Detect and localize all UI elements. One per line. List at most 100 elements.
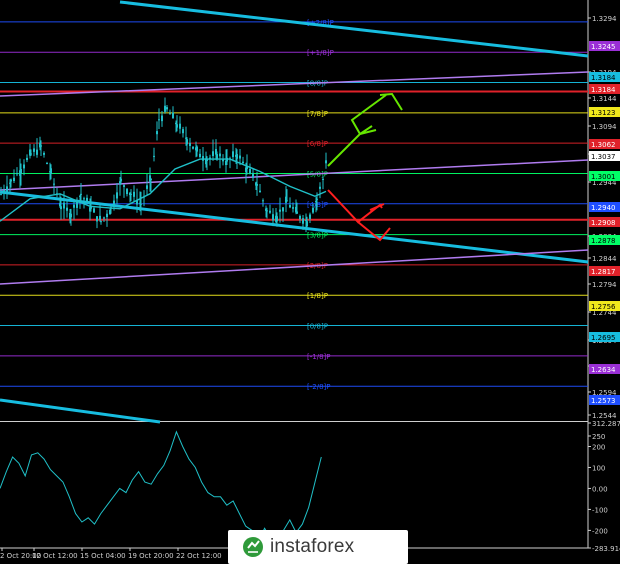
candle-body	[30, 153, 32, 155]
price-tag-label: 1.3245	[591, 43, 616, 51]
candle-body	[296, 211, 298, 214]
candle-body	[140, 203, 142, 205]
murrey-label: [-2/8]P	[307, 383, 330, 391]
murrey-label: [3/8]P	[307, 232, 328, 240]
candle-body	[60, 206, 62, 210]
date-label: 12 Oct 12:00	[32, 552, 78, 560]
candle-body	[186, 139, 188, 145]
candle-body	[53, 183, 55, 185]
oscillator-tick-label: -283.9145	[592, 545, 620, 553]
candle-body	[158, 119, 160, 121]
candle-body	[182, 129, 184, 134]
murrey-label: [1/8]P	[307, 292, 328, 300]
brand-name: instaforex	[270, 536, 355, 557]
price-tag-label: 1.2573	[591, 397, 616, 405]
price-tag-label: 1.2908	[591, 219, 616, 227]
candle-body	[232, 151, 234, 158]
candle-body	[199, 153, 201, 158]
price-tag-label: 1.3001	[591, 173, 616, 181]
candle-body	[26, 157, 28, 161]
candle-body	[306, 221, 308, 227]
candle-body	[212, 151, 214, 157]
candle-body	[322, 178, 324, 180]
price-tag-label: 1.2756	[591, 303, 616, 311]
price-tag-label: 1.2634	[591, 366, 616, 374]
price-tag-label: 1.2817	[591, 268, 616, 276]
candle-body	[123, 185, 125, 187]
candle-body	[179, 123, 181, 129]
candle-body	[169, 113, 171, 115]
candle-body	[113, 200, 115, 206]
candle-body	[23, 164, 25, 169]
candle-body	[176, 124, 178, 128]
candle-body	[312, 207, 314, 213]
candle-body	[282, 207, 284, 212]
candle-body	[279, 209, 281, 212]
candle-body	[196, 146, 198, 152]
candle-body	[33, 148, 35, 152]
candle-body	[20, 168, 22, 174]
oscillator-tick-label: 0.00	[592, 485, 608, 493]
oscillator-tick-label: -100	[592, 506, 608, 514]
candle-body	[249, 168, 251, 174]
price-tick-label: 1.3144	[592, 95, 617, 103]
date-label: 22 Oct 12:00	[176, 552, 222, 560]
candle-body	[66, 207, 68, 211]
candle-body	[164, 105, 166, 112]
price-tag-label: 1.3123	[591, 109, 616, 117]
candle-body	[292, 207, 294, 209]
murrey-label: [-1/8]P	[307, 353, 330, 361]
price-tag-label: 1.3184	[591, 86, 616, 94]
price-tick-label: 1.3094	[592, 123, 617, 131]
candle-body	[236, 154, 238, 159]
candle-body	[319, 186, 321, 189]
candle-body	[0, 193, 2, 195]
candle-body	[106, 213, 108, 218]
candle-body	[299, 215, 301, 220]
oscillator-tick-label: 312.2872	[592, 420, 620, 428]
candle-body	[93, 208, 95, 213]
candle-body	[262, 200, 264, 202]
murrey-label: [7/8]P	[307, 110, 328, 118]
candle-body	[120, 178, 122, 182]
candle-body	[259, 190, 261, 193]
price-tag-label: 1.2878	[591, 237, 616, 245]
price-chart[interactable]: [+2/8]P[+1/8]P[8/8]P[7/8]P[6/8]P[5/8]P[4…	[0, 0, 620, 564]
candle-body	[80, 193, 82, 195]
candle-body	[166, 107, 168, 110]
candle-body	[46, 163, 48, 165]
date-label: 19 Oct 20:00	[128, 552, 174, 560]
date-label: 15 Oct 04:00	[80, 552, 126, 560]
murrey-label: [+1/8]P	[307, 49, 334, 57]
oscillator-tick-label: 200	[592, 443, 605, 451]
candle-body	[86, 197, 88, 203]
candle-body	[161, 115, 163, 122]
price-tag-label: 1.3062	[591, 141, 616, 149]
murrey-label: [6/8]P	[307, 140, 328, 148]
price-tick-label: 1.2844	[592, 255, 617, 263]
candle-body	[156, 131, 158, 135]
price-tag-label: 1.2695	[591, 334, 616, 342]
candle-body	[219, 153, 221, 157]
candle-body	[50, 168, 52, 174]
price-tick-label: 1.3294	[592, 15, 617, 23]
candle-body	[269, 210, 271, 213]
candle-body	[316, 198, 318, 200]
candle-body	[10, 179, 12, 182]
murrey-label: [0/8]P	[307, 323, 328, 331]
candle-body	[133, 191, 135, 197]
candle-body	[130, 193, 132, 195]
candle-body	[309, 214, 311, 219]
candle-body	[286, 200, 288, 202]
candle-body	[325, 160, 327, 164]
candle-body	[239, 155, 241, 159]
candle-body	[13, 177, 15, 181]
candle-body	[146, 185, 148, 189]
candle-body	[252, 173, 254, 178]
candle-body	[16, 173, 18, 175]
candle-body	[189, 142, 191, 146]
chart-window: [+2/8]P[+1/8]P[8/8]P[7/8]P[6/8]P[5/8]P[4…	[0, 0, 620, 564]
candle-body	[6, 186, 8, 192]
candle-body	[302, 218, 304, 224]
candle-body	[153, 155, 155, 157]
